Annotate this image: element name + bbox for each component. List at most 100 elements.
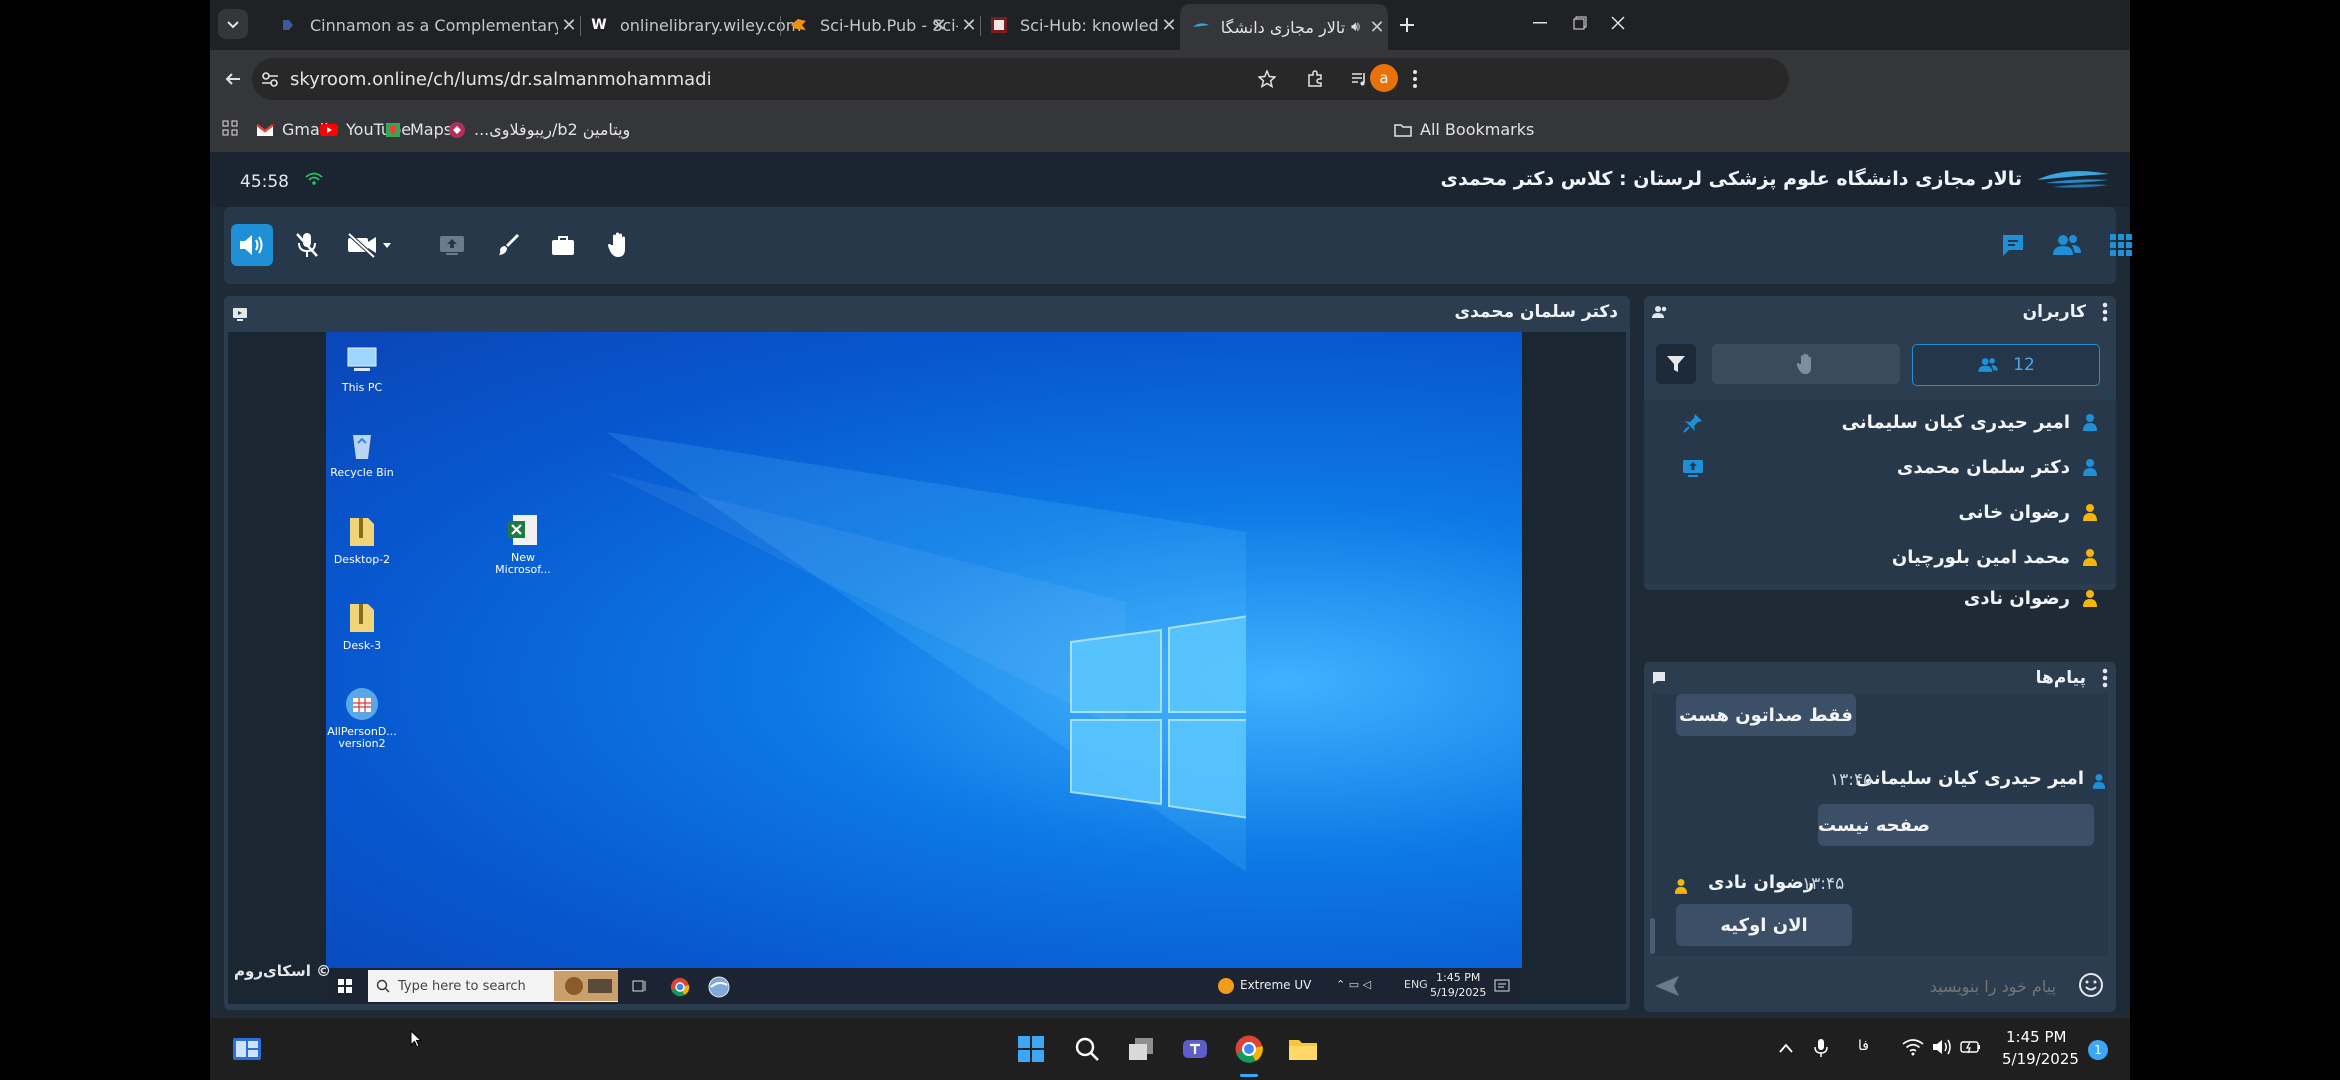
input-language[interactable]: فا — [1858, 1038, 1869, 1054]
close-window-button[interactable] — [1598, 8, 1638, 38]
screen-share-icon[interactable] — [1682, 457, 1704, 479]
restore-button[interactable] — [1560, 8, 1600, 38]
send-icon[interactable] — [1654, 975, 1680, 997]
camera-button[interactable] — [340, 224, 400, 266]
profile-avatar[interactable]: a — [1370, 64, 1398, 92]
wiley-icon: W — [591, 17, 607, 33]
files-button[interactable] — [542, 224, 584, 266]
teams-icon — [1183, 1040, 1207, 1058]
battery-icon[interactable] — [1960, 1039, 1982, 1055]
notification-badge[interactable]: 1 — [2088, 1040, 2108, 1060]
teams-button[interactable] — [1178, 1032, 1212, 1066]
widgets-button[interactable] — [230, 1032, 264, 1066]
message-input[interactable] — [1688, 968, 2058, 1004]
site-info-icon[interactable] — [260, 69, 280, 89]
browser-toolbar: skyroom.online/ch/lums/dr.salmanmohammad… — [210, 50, 2130, 110]
share-screen-button[interactable] — [431, 224, 473, 266]
bookmark-vitamin[interactable]: ویتامین b2/ریبوفلاوی... — [448, 120, 630, 139]
tab-strip: Cinnamon as a Complementary ✕ W onlineli… — [210, 0, 2130, 50]
speaker-button[interactable] — [231, 224, 273, 266]
task-view-button[interactable] — [1124, 1032, 1158, 1066]
bookmark-star-button[interactable] — [1250, 62, 1284, 96]
all-users-tab[interactable]: 12 — [1912, 344, 2100, 386]
camera-off-icon — [347, 232, 391, 258]
file-explorer-button[interactable] — [1286, 1032, 1320, 1066]
desktop-icon-this-pc[interactable]: This PC — [327, 342, 397, 394]
new-tab-button[interactable] — [1392, 10, 1422, 40]
speaker-icon — [240, 235, 263, 255]
raised-hands-tab[interactable] — [1712, 344, 1900, 384]
desktop-icon-desktop-2[interactable]: Desktop-2 — [327, 514, 397, 566]
tab-skyroom[interactable]: تالار مجازی دانشگاه علوم پزشک 🔊︎ ✕ — [1180, 4, 1388, 50]
volume-icon[interactable] — [1932, 1038, 1954, 1056]
tab-scihub[interactable]: Sci-Hub: knowledge as a human ✕ — [982, 6, 1180, 44]
message-bubble: الان اوکیه — [1676, 904, 1852, 946]
clock-time[interactable]: 1:45 PM — [2006, 1028, 2066, 1046]
guest-user-icon — [2083, 549, 2097, 566]
extensions-button[interactable] — [1298, 62, 1332, 96]
admin-user-icon — [2083, 414, 2097, 431]
desktop-icon-allperson[interactable]: AllPersonD... version2 — [327, 686, 397, 750]
user-row[interactable]: محمد امین بلورچیان — [1664, 537, 2104, 577]
tab-title: Sci-Hub: knowledge as a human — [1020, 15, 1158, 35]
close-icon[interactable]: ✕ — [958, 15, 980, 36]
tab-scihub-pub[interactable]: Sci-Hub.Pub - Sci-Hub Availabl ✕ — [782, 6, 980, 44]
emoji-icon[interactable] — [2078, 972, 2104, 998]
panel-menu-icon[interactable] — [2102, 668, 2108, 688]
whiteboard-button[interactable] — [487, 224, 529, 266]
search-highlight-icon — [554, 971, 618, 1001]
user-row[interactable]: رضوان خانی — [1664, 492, 2104, 532]
presenter-name: دکتر سلمان محمدی — [1454, 302, 1618, 322]
desktop-icon-desk-3[interactable]: Desk-3 — [327, 600, 397, 652]
chrome-taskbar-button[interactable] — [1232, 1032, 1266, 1066]
speaker-icon[interactable]: 🔊︎ — [1351, 19, 1360, 35]
bookmark-maps[interactable]: Maps — [384, 120, 452, 139]
pin-icon[interactable] — [1682, 412, 1704, 434]
raise-hand-button[interactable] — [598, 224, 640, 266]
close-icon[interactable]: ✕ — [558, 15, 580, 36]
kebab-menu-icon — [1413, 70, 1417, 88]
users-toggle-button[interactable] — [2046, 224, 2088, 266]
panel-menu-icon[interactable] — [2102, 302, 2108, 322]
apps-menu-button[interactable] — [2100, 224, 2142, 266]
bookmark-gmail[interactable]: Gmail — [256, 120, 329, 139]
close-icon[interactable]: ✕ — [1158, 15, 1180, 36]
chrome-icon — [1235, 1035, 1263, 1063]
all-bookmarks-button[interactable]: All Bookmarks — [1394, 120, 1534, 139]
apps-grid-button[interactable] — [222, 120, 238, 136]
chevron-up-icon[interactable] — [1778, 1042, 1794, 1054]
url-text[interactable]: skyroom.online/ch/lums/dr.salmanmohammad… — [290, 69, 712, 90]
tab-cinnamon[interactable]: Cinnamon as a Complementary ✕ — [266, 6, 580, 44]
widgets-icon — [233, 1038, 261, 1060]
user-row[interactable]: رضوان نادی — [1664, 578, 2104, 618]
chat-toggle-button[interactable] — [1992, 224, 2034, 266]
minimize-button[interactable] — [1520, 8, 1560, 38]
scihub-icon — [990, 16, 1008, 34]
search-button[interactable] — [1070, 1032, 1104, 1066]
desktop-icon-new-excel[interactable]: New Microsof... — [488, 512, 558, 576]
search-icon — [1075, 1037, 1099, 1061]
users-filter-button[interactable] — [1656, 344, 1696, 384]
puzzle-icon — [1308, 70, 1322, 87]
shared-search-box: Type here to search — [368, 970, 618, 1002]
start-button[interactable] — [1014, 1032, 1048, 1066]
user-name: محمد امین بلورچیان — [1891, 546, 2070, 568]
wifi-icon[interactable] — [1902, 1038, 1924, 1056]
microphone-icon[interactable] — [1814, 1038, 1828, 1058]
shared-clock-date: 5/19/2025 — [1430, 986, 1487, 999]
os-taskbar: فا 1:45 PM 5/19/2025 1 — [210, 1018, 2130, 1080]
back-button[interactable] — [216, 62, 250, 96]
bird-icon — [790, 16, 808, 34]
address-bar[interactable]: skyroom.online/ch/lums/dr.salmanmohammad… — [252, 58, 1789, 100]
user-row[interactable]: دکتر سلمان محمدی — [1664, 447, 2104, 487]
microphone-button[interactable] — [286, 224, 328, 266]
clock-date[interactable]: 5/19/2025 — [2002, 1050, 2079, 1068]
messages-scrollbar[interactable] — [1650, 918, 1655, 954]
presentation-icon — [233, 308, 247, 321]
tab-search-button[interactable] — [218, 9, 248, 39]
browser-menu-button[interactable] — [1400, 62, 1430, 96]
windows-start-icon — [338, 979, 352, 993]
close-icon[interactable]: ✕ — [1366, 17, 1388, 38]
user-row[interactable]: امیر حیدری کیان سلیمانی — [1664, 402, 2104, 442]
desktop-icon-recycle-bin[interactable]: Recycle Bin — [327, 427, 397, 479]
